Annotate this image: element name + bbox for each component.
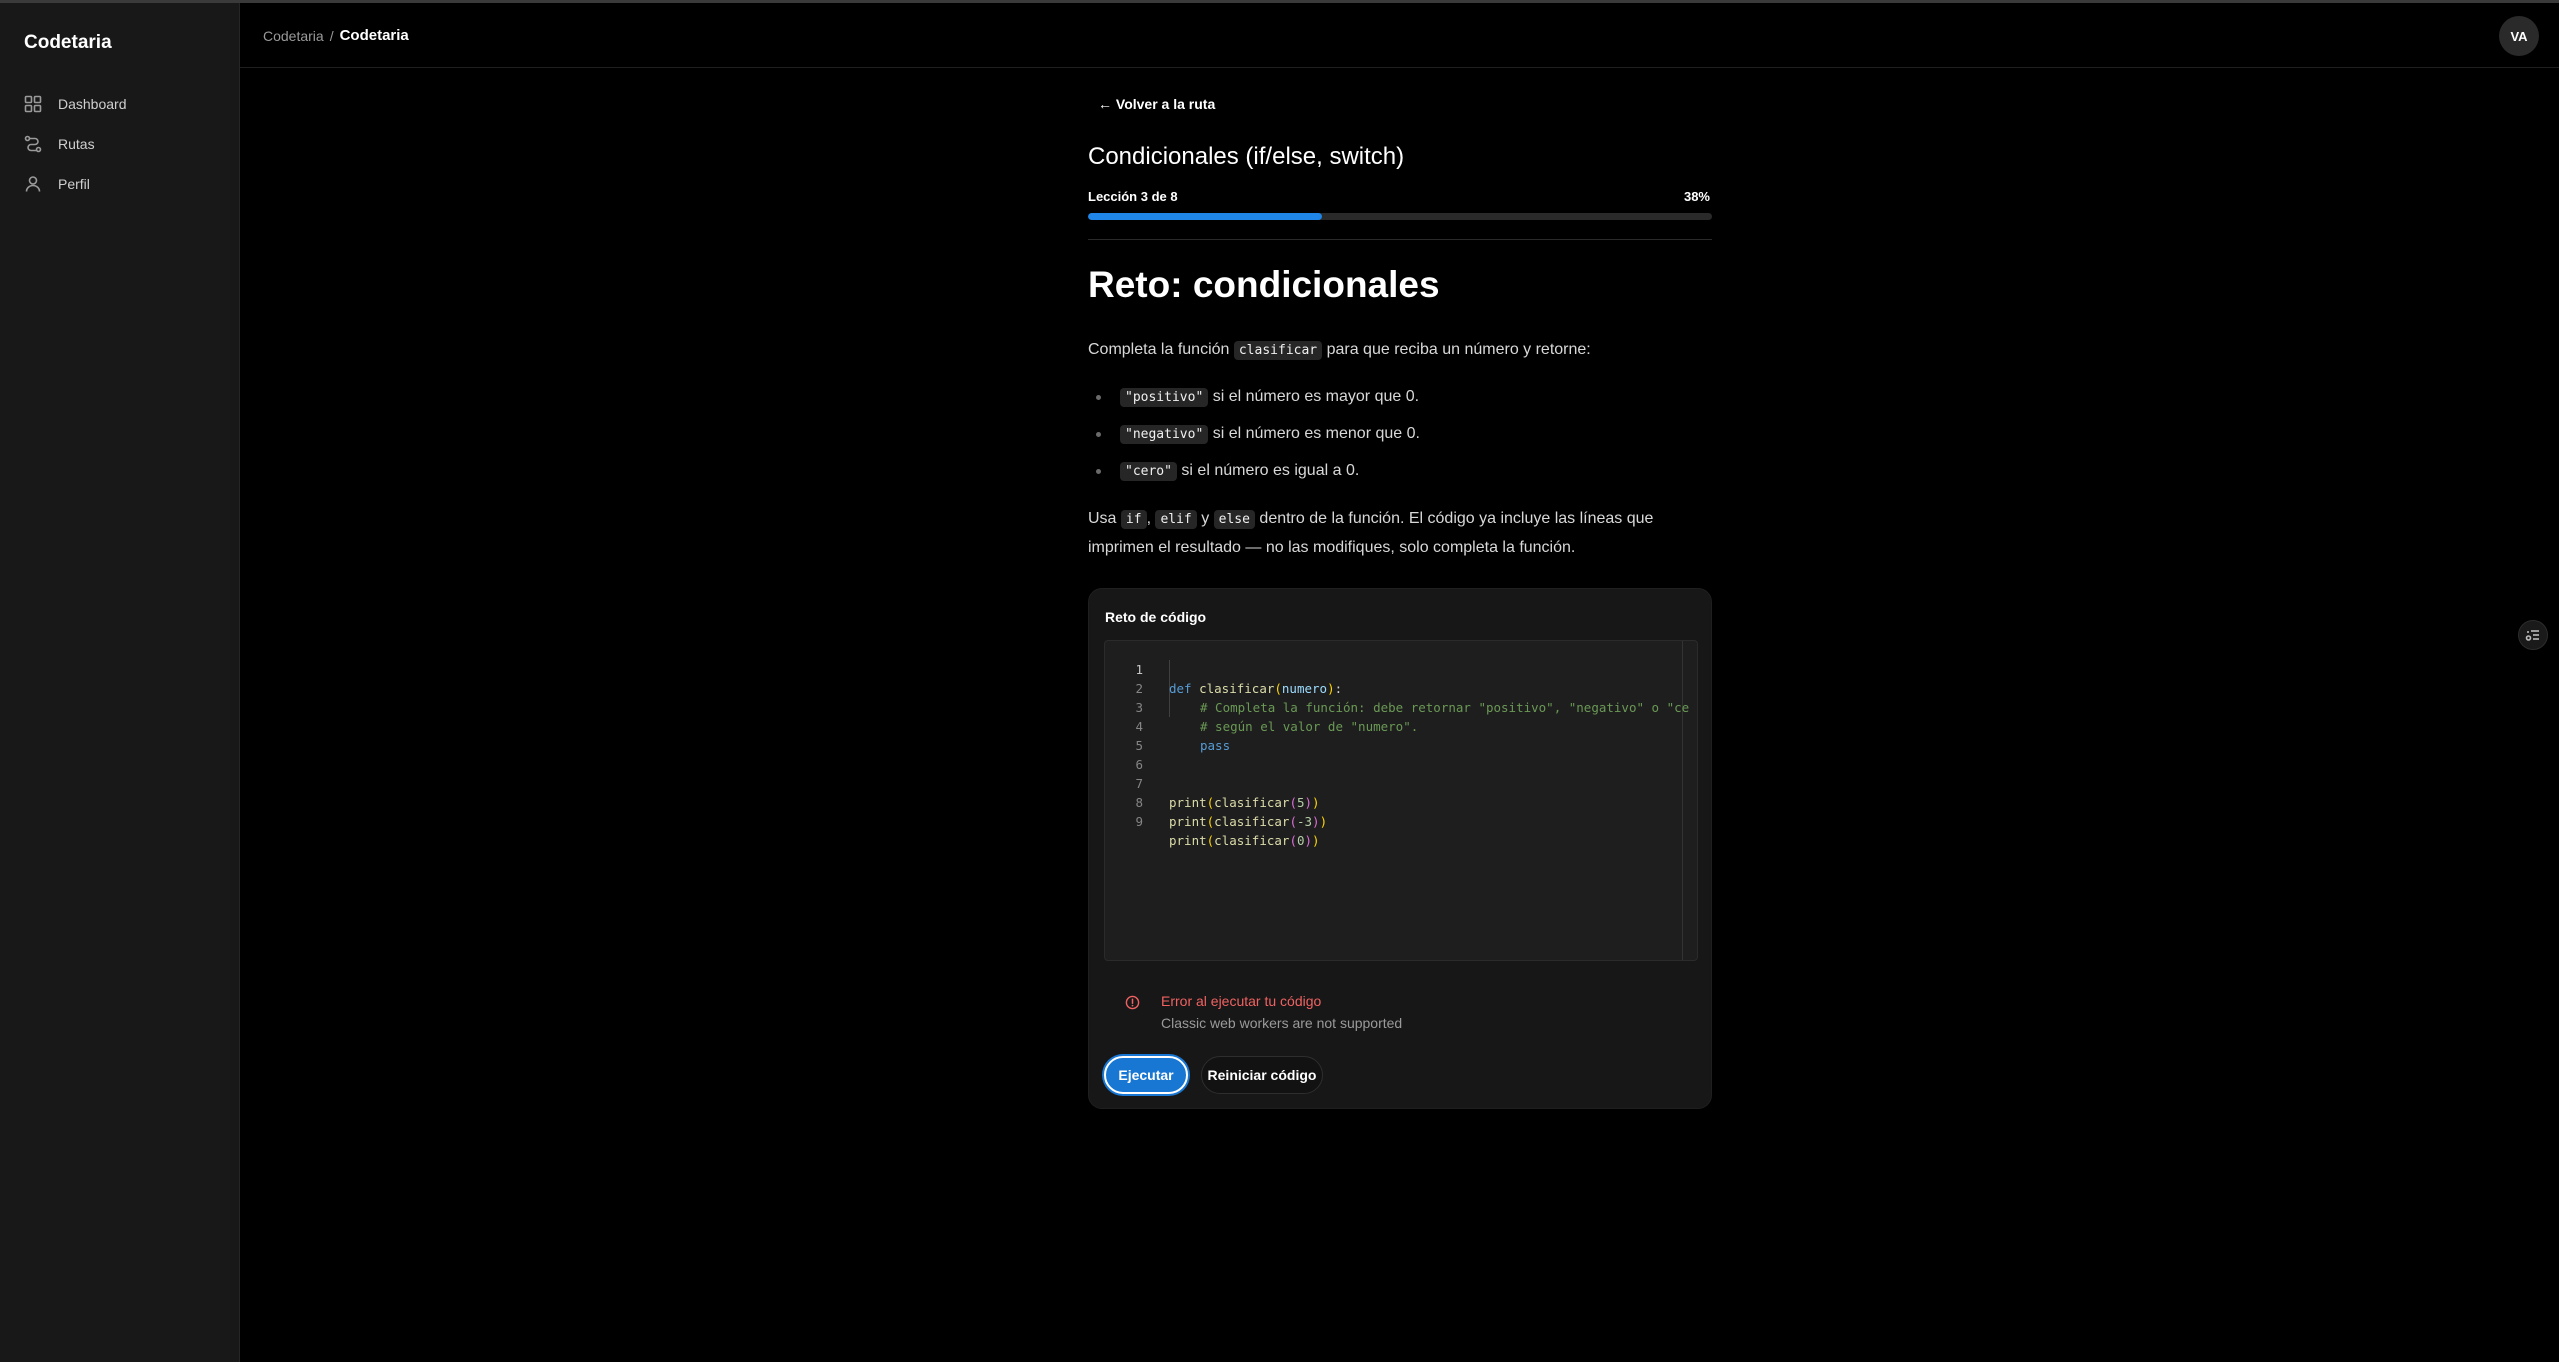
user-icon [25,176,41,192]
breadcrumb-separator: / [329,27,334,44]
lesson-title: Condicionales (if/else, switch) [1088,143,1405,170]
list-item: "cero" si el número es igual a 0. [1088,459,1712,496]
list-item: "negativo" si el número es menor que 0. [1088,422,1712,459]
card-title: Reto de código [1105,609,1207,625]
code-line: 6 [1105,736,1697,772]
code-token: ( [1289,814,1297,829]
progress-percent: 38% [1683,189,1710,204]
error-detail: Classic web workers are not supported [1161,1015,1403,1031]
list-settings-icon [2525,630,2539,641]
intro-text: para que reciba un número y retorne: [1322,341,1591,358]
code-token: print [1169,814,1207,829]
code-line: 7 print(clasificar(5)) [1105,755,1697,810]
usage-paragraph: Usa if, elif y else dentro de la función… [1088,505,1712,562]
usage-text: y [1196,510,1214,527]
intro-text: Completa la función [1088,341,1234,358]
list-item-text: si el número es menor que 0. [1208,425,1420,442]
inline-code: clasificar [1233,341,1323,360]
code-token: ( [1289,833,1297,848]
reset-code-button[interactable]: Reiniciar código [1201,1056,1323,1094]
inline-code: "negativo" [1120,425,1209,444]
list-item: "positivo" si el número es mayor que 0. [1088,385,1712,422]
code-line: 9 print(clasificar(0)) [1105,793,1697,848]
code-line: 5 [1105,717,1697,753]
progress-label: Lección 3 de 8 [1088,189,1178,204]
floating-tool-button[interactable] [2518,620,2548,650]
progress-bar-fill [1088,213,1322,220]
inline-code: "cero" [1120,462,1177,481]
requirements-list: "positivo" si el número es mayor que 0. … [1088,385,1712,496]
list-item-text: si el número es mayor que 0. [1208,388,1420,405]
code-token: -3 [1296,814,1313,829]
sidebar-nav: Dashboard Rutas Perfil [14,85,226,205]
grid-icon [24,95,42,113]
progress-row: Lección 3 de 8 38% [1088,189,1710,204]
inline-code: if [1120,510,1147,529]
brand-logo[interactable]: Codetaria [24,32,112,54]
breadcrumb-parent[interactable]: Codetaria [263,28,324,44]
inline-code: elif [1155,510,1197,529]
code-token: ) [1312,833,1320,848]
avatar[interactable]: VA [2499,16,2539,56]
breadcrumb-current: Codetaria [339,27,409,44]
breadcrumb: Codetaria / Codetaria [263,27,409,44]
inline-code: "positivo" [1120,388,1209,407]
route-icon [24,135,42,153]
sidebar-item-label: Dashboard [58,96,127,112]
top-header: Codetaria / Codetaria VA [240,3,2559,68]
sidebar-item-label: Perfil [58,176,90,192]
code-line: 1 def clasificar(numero): [1105,641,1697,696]
sidebar: Codetaria Dashboard Rutas Perfil [0,3,240,1362]
line-number: 9 [1135,814,1143,829]
code-token: print [1169,833,1207,848]
code-line: 4 pass [1105,698,1697,753]
back-to-route-link[interactable]: ← Volver a la ruta [1098,96,1215,112]
code-token: ) [1319,814,1328,829]
code-line: 2 # Completa la función: debe retornar "… [1105,660,1697,715]
code-token: clasificar [1214,814,1290,829]
sidebar-item-rutas[interactable]: Rutas [14,125,226,163]
code-token: ) [1304,833,1313,848]
error-title: Error al ejecutar tu código [1161,993,1322,1009]
progress-bar [1088,213,1712,220]
alert-circle-icon [1125,995,1140,1010]
code-line: 3 # según el valor de "numero". [1105,679,1697,734]
sidebar-item-dashboard[interactable]: Dashboard [14,85,226,123]
sidebar-item-perfil[interactable]: Perfil [14,165,226,203]
sidebar-item-label: Rutas [58,136,95,152]
code-editor[interactable]: 1 def clasificar(numero): 2 # Completa l… [1104,640,1698,961]
usage-text: Usa [1088,510,1121,527]
inline-code: else [1213,510,1255,529]
divider [1088,239,1712,240]
code-challenge-card: Reto de código 1 def clasificar(numero):… [1088,588,1712,1109]
code-token: 0 [1296,833,1305,848]
list-item-text: si el número es igual a 0. [1176,462,1360,479]
code-token: ) [1312,814,1320,829]
code-token: clasificar [1214,833,1290,848]
code-line: 8 print(clasificar(-3)) [1105,774,1697,829]
challenge-heading: Reto: condicionales [1088,264,1440,305]
run-button[interactable]: Ejecutar [1104,1056,1188,1094]
intro-paragraph: Completa la función clasificar para que … [1088,336,1712,365]
